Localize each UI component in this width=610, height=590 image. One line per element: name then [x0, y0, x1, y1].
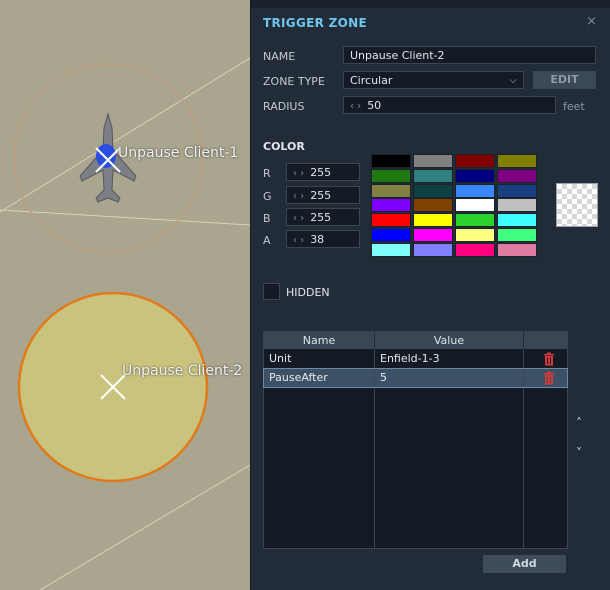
- stepper-arrows-icon[interactable]: ‹ ›: [350, 101, 361, 112]
- channel-b-label: B: [263, 212, 271, 225]
- color-swatch[interactable]: [371, 213, 411, 228]
- color-swatch[interactable]: [413, 183, 453, 198]
- color-swatch[interactable]: [413, 154, 453, 168]
- table-row-selected[interactable]: PauseAfter 5: [263, 368, 568, 388]
- panel-title: TRIGGER ZONE: [263, 16, 367, 30]
- color-swatch[interactable]: [455, 228, 495, 242]
- road-line: [0, 57, 250, 213]
- color-swatch[interactable]: [371, 154, 411, 168]
- zone-type-value: Circular: [350, 74, 393, 87]
- radius-value: 50: [367, 99, 382, 112]
- color-heading: COLOR: [263, 140, 305, 153]
- channel-r-label: R: [263, 167, 271, 180]
- move-up-icon[interactable]: ˄: [576, 416, 582, 430]
- stepper-arrows-icon[interactable]: ‹ ›: [293, 213, 304, 224]
- close-icon[interactable]: ×: [586, 14, 597, 29]
- channel-a-label: A: [263, 234, 271, 247]
- color-preview: [556, 183, 598, 227]
- channel-a-value: 38: [310, 233, 325, 246]
- channel-r-input[interactable]: ‹ › 255: [286, 163, 360, 181]
- radius-input[interactable]: ‹ › 50: [343, 96, 556, 114]
- road-line: [39, 464, 250, 590]
- color-swatch[interactable]: [371, 228, 411, 242]
- table-row[interactable]: Unit Enfield-1-3: [264, 350, 567, 368]
- trash-icon[interactable]: [543, 352, 555, 366]
- row-value-cell[interactable]: 5: [375, 369, 524, 387]
- color-swatch[interactable]: [371, 183, 411, 198]
- name-input[interactable]: Unpause Client-2: [343, 46, 596, 64]
- column-header-value[interactable]: Value: [375, 332, 524, 349]
- stepper-arrows-icon[interactable]: ‹ ›: [293, 191, 304, 202]
- color-swatch[interactable]: [455, 242, 495, 257]
- column-header-name[interactable]: Name: [264, 332, 375, 349]
- zone-type-label: ZONE TYPE: [263, 75, 325, 88]
- hidden-checkbox[interactable]: [263, 283, 280, 300]
- hidden-label: HIDDEN: [286, 286, 330, 299]
- color-swatch[interactable]: [455, 183, 495, 198]
- color-swatch[interactable]: [455, 198, 495, 213]
- map-view[interactable]: Unpause Client-1 Unpause Client-2: [0, 0, 250, 590]
- radius-unit: feet: [563, 100, 585, 113]
- color-swatch[interactable]: [413, 242, 453, 257]
- trash-icon[interactable]: [543, 371, 555, 385]
- channel-b-value: 255: [310, 211, 332, 224]
- row-name-cell[interactable]: PauseAfter: [264, 369, 375, 387]
- channel-r-value: 255: [310, 166, 332, 179]
- panel-top-bar: [251, 0, 610, 8]
- zone-type-select[interactable]: Circular ⌵: [343, 71, 524, 89]
- map-canvas[interactable]: [0, 0, 250, 590]
- color-swatch[interactable]: [497, 213, 537, 228]
- row-value-cell[interactable]: Enfield-1-3: [375, 350, 524, 368]
- channel-g-input[interactable]: ‹ › 255: [286, 186, 360, 204]
- row-name-cell[interactable]: Unit: [264, 350, 375, 368]
- move-down-icon[interactable]: ˅: [576, 446, 582, 460]
- channel-b-input[interactable]: ‹ › 255: [286, 208, 360, 226]
- color-swatch[interactable]: [497, 228, 537, 242]
- color-swatch[interactable]: [413, 168, 453, 183]
- channel-g-value: 255: [310, 189, 332, 202]
- color-swatch[interactable]: [497, 198, 537, 213]
- color-swatch[interactable]: [413, 198, 453, 213]
- zone-1-label[interactable]: Unpause Client-1: [118, 145, 238, 161]
- color-swatch[interactable]: [413, 228, 453, 242]
- color-swatch[interactable]: [371, 198, 411, 213]
- road-line: [0, 209, 250, 226]
- zone-2-label[interactable]: Unpause Client-2: [122, 363, 242, 379]
- column-header-actions: [524, 332, 567, 349]
- radius-label: RADIUS: [263, 100, 305, 113]
- stepper-arrows-icon[interactable]: ‹ ›: [293, 168, 304, 179]
- color-swatch[interactable]: [497, 168, 537, 183]
- color-swatch[interactable]: [455, 168, 495, 183]
- color-swatch[interactable]: [413, 213, 453, 228]
- add-button[interactable]: Add: [483, 555, 566, 573]
- trigger-zone-panel: TRIGGER ZONE × NAME Unpause Client-2 ZON…: [250, 0, 610, 590]
- color-swatch[interactable]: [497, 183, 537, 198]
- chevron-down-icon: ⌵: [509, 75, 517, 86]
- channel-g-label: G: [263, 190, 272, 203]
- color-swatch[interactable]: [455, 213, 495, 228]
- color-swatch[interactable]: [497, 242, 537, 257]
- color-swatch[interactable]: [371, 168, 411, 183]
- stepper-arrows-icon[interactable]: ‹ ›: [293, 235, 304, 246]
- color-swatch[interactable]: [371, 242, 411, 257]
- color-swatch[interactable]: [455, 154, 495, 168]
- properties-table: Name Value Unit Enfield-1-3 PauseAfter 5: [263, 331, 568, 549]
- channel-a-input[interactable]: ‹ › 38: [286, 230, 360, 248]
- color-swatch[interactable]: [497, 154, 537, 168]
- name-label: NAME: [263, 50, 296, 63]
- edit-button[interactable]: EDIT: [533, 71, 596, 89]
